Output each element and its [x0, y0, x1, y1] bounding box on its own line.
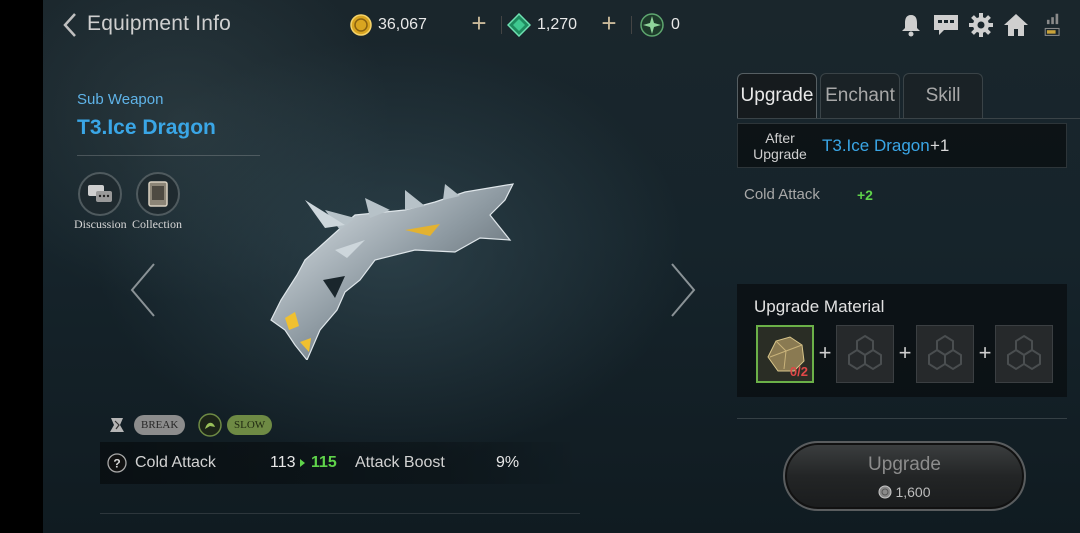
cold-attack-next: 115	[311, 454, 337, 471]
divider	[631, 16, 632, 34]
slow-icon	[198, 413, 222, 437]
gem-amount: 1,270	[537, 16, 578, 33]
empty-slot-icon	[928, 334, 962, 371]
material-slot-empty[interactable]	[836, 325, 894, 383]
cold-attack-current: 113	[270, 454, 296, 471]
upgrade-cost-amount: 1,600	[895, 484, 931, 500]
divider	[737, 418, 1067, 419]
help-icon[interactable]: ?	[107, 453, 127, 473]
next-item-arrow-icon[interactable]	[668, 262, 698, 318]
signal-battery-icon	[1044, 13, 1060, 36]
back-arrow-icon[interactable]	[61, 11, 79, 39]
notification-bell-icon[interactable]	[898, 12, 924, 38]
discussion-label: Discussion	[74, 217, 127, 231]
previous-item-arrow-icon[interactable]	[128, 262, 158, 318]
collection-button[interactable]	[136, 172, 180, 216]
upgrade-material-panel: Upgrade Material 0/2 + + +	[737, 284, 1067, 397]
settings-gear-icon[interactable]	[968, 12, 994, 38]
upgrade-button[interactable]: Upgrade 1,600	[783, 441, 1026, 511]
divider	[501, 16, 502, 34]
collection-icon	[148, 181, 168, 207]
collection-label: Collection	[132, 217, 182, 231]
plus-sign: +	[978, 340, 992, 365]
material-count: 0/2	[789, 364, 808, 379]
discussion-button[interactable]	[78, 172, 122, 216]
screen-edge-bar	[0, 0, 43, 533]
equipment-info-screen: Equipment Info 36,067 + 1,270 + 0 Sub We…	[0, 0, 1080, 533]
after-upgrade-label: After Upgrade	[753, 130, 807, 162]
after-upgrade-item-name: T3.Ice Dragon	[822, 136, 930, 155]
divider	[77, 155, 260, 156]
divider	[100, 513, 580, 514]
svg-text:?: ?	[113, 457, 120, 471]
page-title: Equipment Info	[87, 12, 232, 35]
token-amount: 0	[671, 16, 680, 33]
break-tag: BREAK	[134, 415, 186, 435]
gem-counter: 1,270	[507, 12, 577, 38]
cross-token-icon	[640, 13, 664, 37]
plus-sign: +	[898, 340, 912, 365]
divider	[737, 118, 1080, 119]
green-gem-icon	[507, 13, 531, 37]
after-upgrade-level: +1	[930, 136, 950, 155]
add-gems-button[interactable]: +	[598, 10, 620, 36]
cold-attack-label: Cold Attack	[135, 454, 216, 471]
material-slot-empty[interactable]	[916, 325, 974, 383]
plus-sign: +	[818, 340, 832, 365]
discussion-icon	[88, 185, 112, 202]
break-icon	[110, 418, 124, 432]
bonus-stat-value: +2	[857, 187, 873, 203]
bonus-stat-label: Cold Attack	[744, 186, 820, 203]
gold-amount: 36,067	[378, 16, 427, 33]
chat-icon[interactable]	[932, 12, 960, 38]
token-counter: 0	[639, 12, 680, 38]
top-bar: Equipment Info 36,067 + 1,270 + 0	[43, 0, 1080, 50]
increase-arrow-icon	[300, 459, 305, 467]
silver-coin-icon	[878, 485, 892, 499]
tab-upgrade[interactable]: Upgrade	[737, 73, 817, 118]
after-upgrade-box: After Upgrade T3.Ice Dragon +1	[737, 123, 1067, 168]
material-slot-ore[interactable]: 0/2	[756, 325, 814, 383]
tab-skill[interactable]: Skill	[903, 73, 983, 118]
tab-enchant[interactable]: Enchant	[820, 73, 900, 118]
attack-boost-value: 9%	[496, 454, 520, 471]
upgrade-cost: 1,600	[785, 484, 1024, 500]
upgrade-material-title: Upgrade Material	[754, 297, 885, 316]
empty-slot-icon	[1007, 334, 1041, 371]
attack-boost-label: Attack Boost	[355, 454, 445, 471]
home-icon[interactable]	[1003, 12, 1029, 38]
add-gold-button[interactable]: +	[468, 10, 490, 36]
item-stats-row: ? Cold Attack 113 115 Attack Boost 9%	[100, 442, 580, 484]
material-slot-empty[interactable]	[995, 325, 1053, 383]
item-name: T3.Ice Dragon	[77, 116, 216, 139]
gold-counter: 36,067	[350, 12, 427, 38]
ice-dragon-weapon-image	[270, 183, 515, 360]
slow-tag: SLOW	[227, 415, 273, 435]
gold-coin-icon	[350, 14, 372, 36]
empty-slot-icon	[848, 334, 882, 371]
item-category: Sub Weapon	[77, 91, 164, 108]
upgrade-button-label: Upgrade	[868, 454, 941, 475]
